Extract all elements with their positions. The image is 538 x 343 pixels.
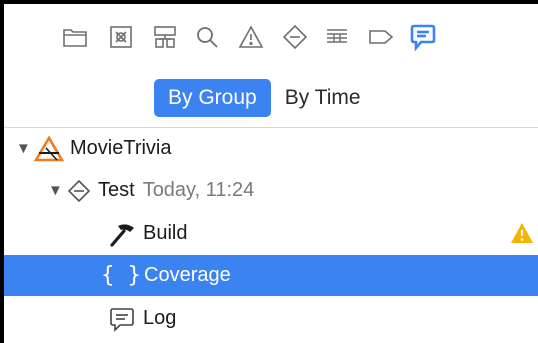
tree-row-project[interactable]: ▼ MovieTrivia <box>4 128 538 169</box>
report-navigator: By Group By Time ▼ MovieTrivia ▼ Test To… <box>4 4 538 343</box>
coverage-label: Coverage <box>144 264 231 286</box>
project-name: MovieTrivia <box>70 137 172 159</box>
disclosure-triangle-icon[interactable]: ▼ <box>48 182 66 199</box>
test-run-name: Test <box>98 179 135 201</box>
disclosure-triangle-icon[interactable]: ▼ <box>16 140 34 157</box>
test-diamond-icon <box>66 178 92 204</box>
test-run-time: Today, 11:24 <box>142 179 255 201</box>
tree-row-build[interactable]: Build <box>4 213 538 254</box>
xcode-app-icon <box>34 135 64 163</box>
warning-badge-icon[interactable] <box>510 222 534 250</box>
symbol-hierarchy-icon[interactable] <box>149 21 181 53</box>
search-icon[interactable] <box>191 21 223 53</box>
hammer-icon <box>107 220 137 248</box>
braces-icon: { } <box>101 263 141 288</box>
by-group-button[interactable]: By Group <box>154 79 271 117</box>
breakpoint-test-icon[interactable] <box>279 21 311 53</box>
tree-row-test-run[interactable]: ▼ Test Today, 11:24 <box>4 170 538 211</box>
warning-icon[interactable] <box>235 21 267 53</box>
debug-list-icon[interactable] <box>321 21 353 53</box>
grouping-segmented-control: By Group By Time <box>154 79 375 117</box>
build-label: Build <box>143 222 188 244</box>
navigator-toolbar <box>4 4 538 68</box>
source-control-icon[interactable] <box>105 21 137 53</box>
report-message-icon[interactable] <box>407 21 439 53</box>
log-message-icon <box>107 305 137 333</box>
log-label: Log <box>143 307 177 329</box>
tree-row-coverage[interactable]: { } Coverage <box>4 255 538 296</box>
by-time-button[interactable]: By Time <box>271 79 375 117</box>
folder-icon[interactable] <box>59 21 91 53</box>
tree-row-log[interactable]: Log <box>4 298 538 339</box>
label-tag-icon[interactable] <box>365 21 397 53</box>
